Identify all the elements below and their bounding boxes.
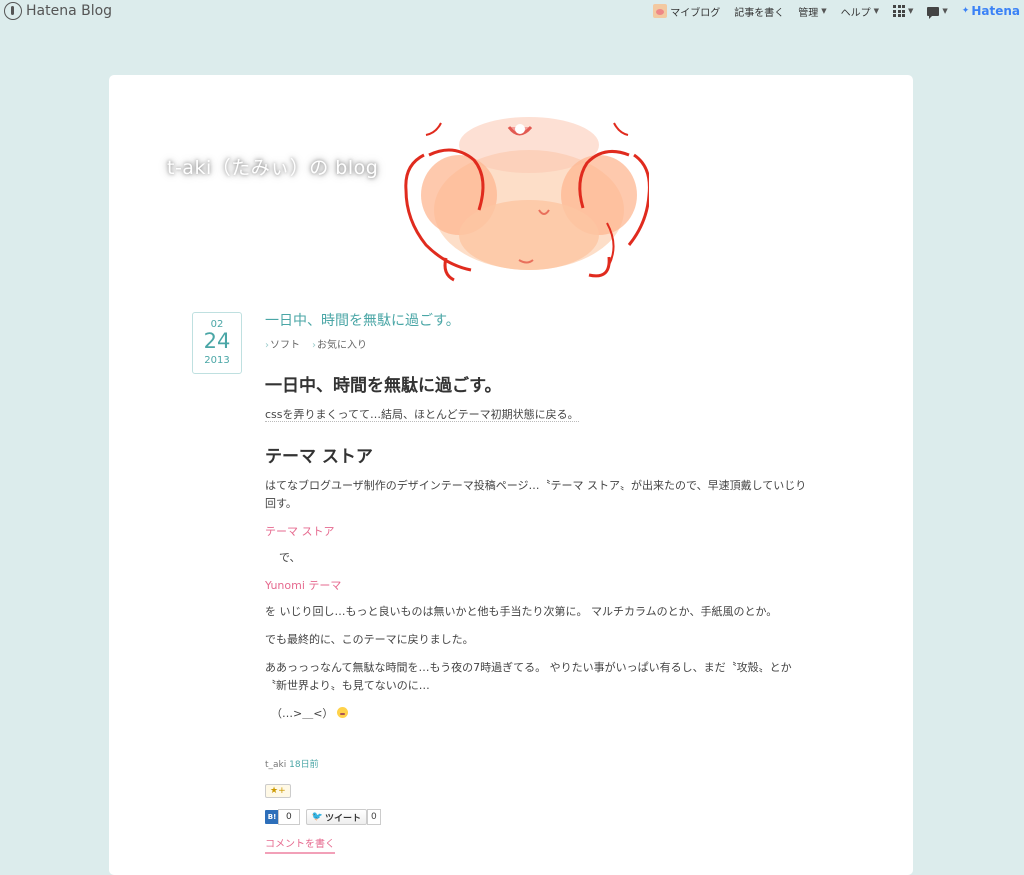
entry-paragraph: cssを弄りまくってて…結局、ほとんどテーマ初期状態に戻る。 [265, 406, 810, 424]
tweet-button-group[interactable]: 🐦 ツイート 0 [305, 809, 381, 825]
tweet-button[interactable]: 🐦 ツイート [305, 809, 367, 825]
hatena-bookmark-button[interactable]: B! 0 [265, 809, 300, 825]
date-day: 24 [203, 329, 231, 353]
user-avatar-icon [653, 4, 668, 18]
kaomoji: （…>＿<） [271, 707, 334, 720]
entry-paragraph: ああっっっなんて無駄な時間を…もう夜の7時過ぎてる。 やりたい事がいっぱい有るし… [265, 661, 792, 692]
global-header: Hatena Blog マイブログ 記事を書く 管理 ▼ ヘルプ ▼ ▼ ▼ ✦… [0, 0, 1024, 24]
nav-help-label: ヘルプ [840, 7, 871, 19]
chevron-down-icon: ▼ [821, 7, 827, 15]
entry-categories: ソフト お気に入り [265, 336, 810, 351]
nav-hatena-label: Hatena [971, 4, 1020, 18]
entry-subheading: テーマ ストア [265, 447, 373, 467]
nav-my-blog-label: マイブログ [670, 7, 721, 19]
theme-store-link[interactable]: テーマ ストア [265, 523, 810, 539]
entry-heading: 一日中、時間を無駄に過ごす。 [265, 376, 502, 396]
twitter-bird-icon: 🐦 [311, 812, 323, 822]
hatena-blog-logo-icon [4, 2, 22, 20]
blog-header: t-aki（たみぃ）の blog [109, 75, 913, 285]
hatena-logo-icon: ✦ [961, 6, 970, 16]
entry: 一日中、時間を無駄に過ごす。 ソフト お気に入り 一日中、時間を無駄に過ごす。 … [265, 310, 810, 854]
nav-manage-label: 管理 [798, 7, 819, 19]
hatena-bookmark-icon: B! [265, 810, 279, 824]
brand-name: Hatena Blog [26, 3, 113, 19]
entry-date[interactable]: 02 24 2013 [192, 312, 242, 374]
hatena-bookmark-count: 0 [278, 809, 300, 825]
chevron-down-icon: ▼ [873, 7, 880, 15]
nav-notifications[interactable]: ▼ [927, 6, 948, 19]
nav-hatena[interactable]: ✦ Hatena [962, 4, 1020, 18]
tweet-count: 0 [366, 809, 381, 825]
blog-title[interactable]: t-aki（たみぃ）の blog [167, 153, 378, 180]
author-link[interactable]: t_aki [265, 760, 286, 770]
entry-paragraph: （…>＿<） [265, 705, 810, 723]
category-link[interactable]: お気に入り [312, 336, 367, 351]
entry-time-link[interactable]: 18日前 [289, 760, 318, 770]
date-year: 2013 [204, 355, 230, 366]
entry-paragraph: はてなブログユーザ制作のデザインテーマ投稿ページ…〝テーマ ストア〟が出来たので… [265, 479, 807, 510]
tweet-label: ツイート [324, 813, 361, 824]
nav-services-menu[interactable]: ▼ [893, 5, 913, 17]
entry-title-link[interactable]: 一日中、時間を無駄に過ごす。 [265, 310, 810, 330]
hatena-blog-brand[interactable]: Hatena Blog [4, 2, 112, 20]
entry-footer-meta: t_aki 18日前 [265, 757, 810, 770]
nav-my-blog[interactable]: マイブログ [653, 4, 720, 19]
chevron-down-icon: ▼ [942, 7, 948, 15]
grid-icon [893, 5, 906, 17]
blog-container: t-aki（たみぃ）の blog 02 24 2013 一日中、時間を無駄に過ご… [109, 75, 913, 875]
speech-bubble-icon [927, 6, 940, 19]
entry-paragraph: で、 [279, 551, 301, 564]
entry-paragraph: を いじり回し…もっと良いものは無いかと他も手当たり次第に。 マルチカラムのとか… [265, 605, 778, 618]
chevron-down-icon: ▼ [908, 7, 914, 15]
share-buttons: B! 0 🐦 ツイート 0 [265, 809, 810, 825]
nav-write-entry[interactable]: 記事を書く [734, 4, 784, 19]
nav-write-label: 記事を書く [734, 7, 785, 19]
nav-manage[interactable]: 管理 ▼ [798, 4, 826, 19]
keyword-link: cssを弄りまくってて…結局、ほとんどテーマ初期状態に戻る。 [265, 408, 579, 422]
add-star-button[interactable]: ★+ [265, 784, 291, 798]
crying-face-icon [336, 707, 348, 718]
yunomi-theme-link[interactable]: Yunomi テーマ [265, 577, 810, 593]
entry-paragraph: でも最終的に、このテーマに戻りました。 [265, 633, 474, 646]
global-nav: マイブログ 記事を書く 管理 ▼ ヘルプ ▼ ▼ ▼ ✦ Hatena [653, 2, 1020, 20]
header-illustration [404, 117, 649, 282]
nav-help[interactable]: ヘルプ ▼ [841, 4, 879, 19]
category-link[interactable]: ソフト [265, 336, 300, 351]
write-comment-link[interactable]: コメントを書く [265, 835, 335, 854]
